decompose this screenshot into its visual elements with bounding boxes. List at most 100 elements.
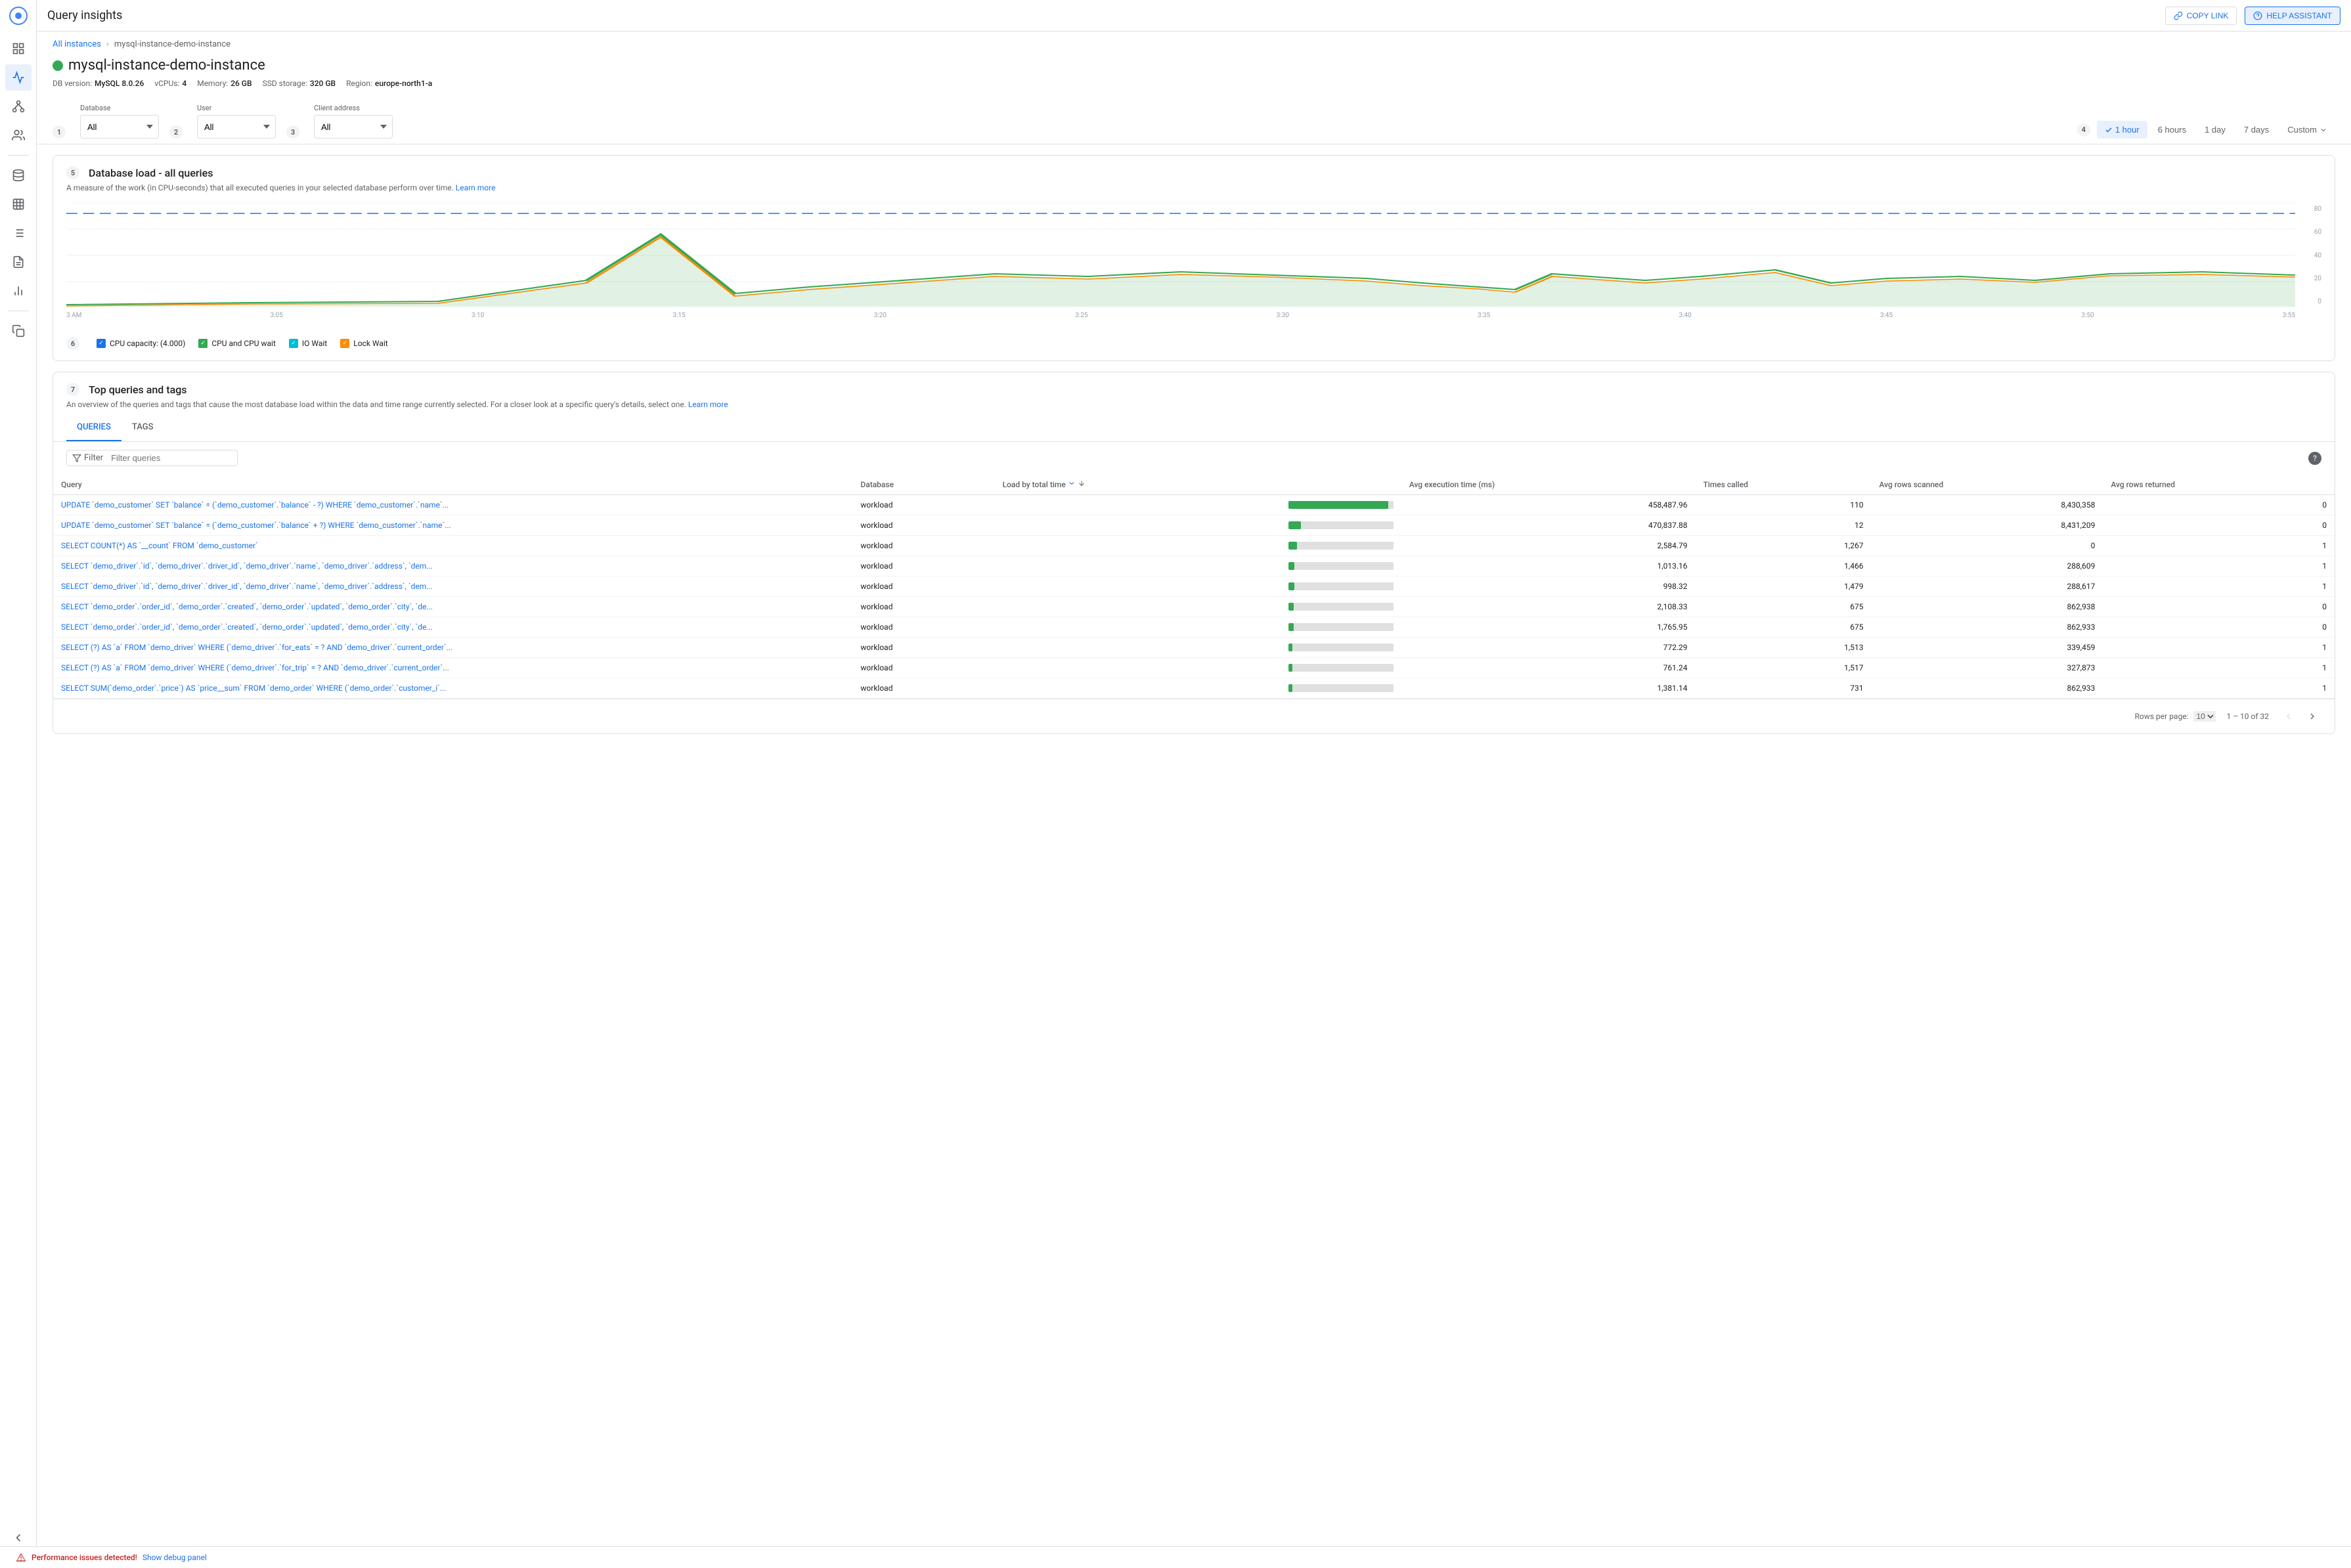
table-row[interactable]: SELECT `demo_order`.`order_id`, `demo_or… — [53, 597, 2335, 617]
cell-avg-exec-6: 1,765.95 — [1401, 617, 1696, 638]
time-btn-7days[interactable]: 7 days — [2236, 121, 2277, 139]
time-btn-1hour[interactable]: 1 hour — [2097, 121, 2147, 139]
cell-avg-exec-3: 1,013.16 — [1401, 556, 1696, 577]
cell-avg-exec-5: 2,108.33 — [1401, 597, 1696, 617]
cell-load-bar-8 — [1281, 658, 1401, 678]
cell-times-7: 1,513 — [1695, 638, 1871, 658]
cell-database-8: workload — [852, 658, 994, 678]
breadcrumb-all-instances[interactable]: All instances — [53, 39, 101, 49]
cell-times-0: 110 — [1695, 495, 1871, 515]
prev-page-button[interactable] — [2279, 707, 2298, 726]
vcpus-value: 4 — [182, 79, 187, 88]
chart-description: A measure of the work (in CPU-seconds) t… — [66, 183, 2321, 192]
time-7days-label: 7 days — [2244, 125, 2269, 135]
x-label-355: 3:55 — [2283, 312, 2295, 319]
client-address-select[interactable]: All — [314, 115, 393, 139]
cell-load-bar-9 — [1281, 678, 1401, 699]
table-row[interactable]: SELECT (?) AS `a` FROM `demo_driver` WHE… — [53, 638, 2335, 658]
next-icon — [2307, 711, 2318, 722]
filter-area: Filter — [66, 450, 238, 466]
table-row[interactable]: UPDATE `demo_customer` SET `balance` = (… — [53, 515, 2335, 536]
copy-link-button[interactable]: COPY LINK — [2165, 7, 2237, 25]
legend-io-wait[interactable]: ✓ IO Wait — [289, 339, 327, 348]
rows-per-page-select[interactable]: 10 25 50 — [2193, 711, 2216, 722]
chart-y-axis: 80 60 40 20 0 — [2295, 203, 2321, 308]
instance-status-dot — [53, 60, 63, 71]
cell-times-8: 1,517 — [1695, 658, 1871, 678]
user-select[interactable]: All — [197, 115, 276, 139]
y-20: 20 — [2314, 275, 2321, 282]
time-btn-6hours[interactable]: 6 hours — [2150, 121, 2194, 139]
checkmark-2: ✓ — [201, 340, 206, 347]
checkmark: ✓ — [99, 340, 104, 347]
time-btn-custom[interactable]: Custom — [2279, 121, 2335, 139]
tab-tags[interactable]: TAGS — [121, 414, 164, 441]
cell-load-label-4 — [995, 577, 1281, 597]
table-row[interactable]: SELECT `demo_order`.`order_id`, `demo_or… — [53, 617, 2335, 638]
col-times-called: Times called — [1695, 474, 1871, 495]
y-0: 0 — [2318, 298, 2321, 305]
cell-load-bar-0 — [1281, 495, 1401, 515]
table-toolbar: Filter ? — [53, 442, 2335, 474]
time-btn-1day[interactable]: 1 day — [2197, 121, 2233, 139]
cell-rows-returned-8: 1 — [2103, 658, 2335, 678]
x-label-315: 3:15 — [672, 312, 685, 319]
legend-io-wait-label: IO Wait — [302, 339, 327, 348]
help-assistant-button[interactable]: HELP ASSISTANT — [2245, 7, 2340, 25]
legend-cpu-capacity-label: CPU capacity: (4.000) — [110, 339, 185, 348]
nav-item-report[interactable] — [5, 249, 32, 275]
cell-times-6: 675 — [1695, 617, 1871, 638]
help-label: HELP ASSISTANT — [2266, 11, 2332, 20]
filter-input[interactable] — [106, 453, 232, 463]
legend-lock-wait[interactable]: ✓ Lock Wait — [340, 339, 387, 348]
rows-per-page-label: Rows per page: — [2135, 712, 2189, 721]
help-icon[interactable]: ? — [2308, 452, 2321, 465]
nav-item-storage[interactable] — [5, 162, 32, 188]
app-logo — [8, 5, 29, 26]
client-address-label: Client address — [314, 104, 393, 112]
show-debug-panel-link[interactable]: Show debug panel — [143, 1553, 207, 1562]
cell-rows-returned-7: 1 — [2103, 638, 2335, 658]
table-row[interactable]: UPDATE `demo_customer` SET `balance` = (… — [53, 495, 2335, 515]
nav-item-connections[interactable] — [5, 93, 32, 120]
queries-header: 7 Top queries and tags An overview of th… — [53, 372, 2335, 414]
col-load[interactable]: Load by total time — [995, 474, 1281, 495]
nav-item-list[interactable] — [5, 220, 32, 246]
cell-avg-exec-1: 470,837.88 — [1401, 515, 1696, 536]
cell-load-bar-4 — [1281, 577, 1401, 597]
meta-ssd: SSD storage: 320 GB — [263, 79, 336, 88]
cell-load-bar-5 — [1281, 597, 1401, 617]
legend-cpu-capacity[interactable]: ✓ CPU capacity: (4.000) — [97, 339, 185, 348]
table-row[interactable]: SELECT COUNT(*) AS `__count` FROM `demo_… — [53, 536, 2335, 556]
nav-item-analytics[interactable] — [5, 278, 32, 304]
nav-item-insights[interactable] — [5, 64, 32, 91]
database-select[interactable]: All workload — [80, 115, 159, 139]
nav-item-grid[interactable] — [5, 191, 32, 217]
instance-header: mysql-instance-demo-instance DB version:… — [37, 54, 2351, 98]
next-page-button[interactable] — [2303, 707, 2321, 726]
table-row[interactable]: SELECT `demo_driver`.`id`, `demo_driver`… — [53, 556, 2335, 577]
table-row[interactable]: SELECT (?) AS `a` FROM `demo_driver` WHE… — [53, 658, 2335, 678]
cell-rows-scanned-5: 862,938 — [1871, 597, 2103, 617]
chart-learn-more[interactable]: Learn more — [456, 183, 496, 192]
nav-item-overview[interactable] — [5, 35, 32, 62]
filters-row: 1 Database All workload 2 User All 3 Cli… — [37, 98, 2351, 144]
x-label-345: 3:45 — [1880, 312, 1893, 319]
x-label-310: 3:10 — [472, 312, 484, 319]
legend-cpu-wait[interactable]: ✓ CPU and CPU wait — [198, 339, 276, 348]
instance-name: mysql-instance-demo-instance — [68, 57, 265, 74]
cell-rows-scanned-6: 862,933 — [1871, 617, 2103, 638]
cell-load-label-7 — [995, 638, 1281, 658]
nav-item-users[interactable] — [5, 122, 32, 148]
time-1hour-label: 1 hour — [2115, 125, 2140, 135]
queries-learn-more[interactable]: Learn more — [688, 400, 728, 409]
instance-meta: DB version: MySQL 8.0.26 vCPUs: 4 Memory… — [53, 79, 2335, 88]
tab-queries[interactable]: QUERIES — [66, 414, 121, 441]
table-row[interactable]: SELECT `demo_driver`.`id`, `demo_driver`… — [53, 577, 2335, 597]
perf-issues-label[interactable]: Performance issues detected! — [32, 1553, 137, 1562]
table-row[interactable]: SELECT SUM(`demo_order`.`price`) AS `pri… — [53, 678, 2335, 699]
checkmark-3: ✓ — [291, 340, 296, 347]
nav-item-copy[interactable] — [5, 318, 32, 344]
queries-table-container: Query Database Load by total time Avg ex… — [53, 474, 2335, 699]
cell-times-4: 1,479 — [1695, 577, 1871, 597]
